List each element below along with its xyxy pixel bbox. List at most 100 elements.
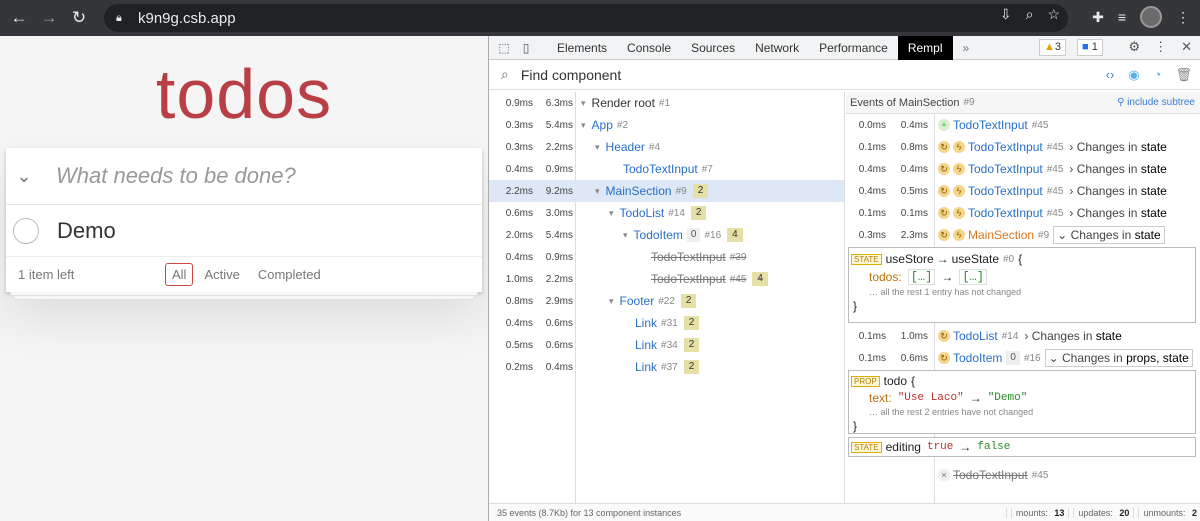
- changes-toggle-expanded[interactable]: ⌄ Changes in props, state: [1044, 349, 1193, 367]
- expand-caret-icon[interactable]: ▾: [609, 296, 614, 307]
- update-icon: ↻: [938, 141, 950, 153]
- warnings-badge[interactable]: ▲3: [1039, 39, 1067, 56]
- hidden-eye-icon[interactable]: ◉: [1128, 67, 1139, 83]
- devtools-panel: ⬚ ▯ Elements Console Sources Network Per…: [488, 35, 1200, 521]
- trash-icon[interactable]: 🗑︎: [1175, 67, 1192, 83]
- expand-caret-icon[interactable]: ▾: [581, 98, 586, 109]
- forward-icon[interactable]: →: [38, 7, 60, 29]
- filter-active[interactable]: Active: [197, 263, 246, 286]
- avatar[interactable]: [1140, 6, 1162, 28]
- tree-row[interactable]: 0.6ms 3.0ms ▾ TodoList #14 2: [489, 202, 844, 224]
- install-icon[interactable]: ⇩: [1000, 6, 1012, 23]
- event-self-time: 0.3ms: [858, 229, 886, 241]
- tree-row[interactable]: 0.2ms 0.4ms Link #37 2: [489, 356, 844, 378]
- event-total-time: 0.5ms: [900, 185, 928, 197]
- update-count-badge: 2: [690, 206, 707, 220]
- prop-change-box: PROP todo { text: "Use Laco" → "Demo" … …: [848, 370, 1196, 434]
- changes-toggle-expanded[interactable]: ⌄ Changes in state: [1053, 226, 1165, 244]
- event-row[interactable]: 0.4ms 0.5ms ↻ ϟ TodoTextInput #45 › Changes …: [846, 180, 1200, 202]
- zoom-icon[interactable]: ⌕: [1026, 6, 1034, 23]
- tree-row[interactable]: 0.3ms 5.4ms ▾ App #2: [489, 114, 844, 136]
- bookmark-star-icon[interactable]: ☆: [1047, 6, 1060, 23]
- event-row[interactable]: 0.3ms 2.3ms ↻ ϟ MainSection #9 ⌄ Changes in …: [846, 224, 1200, 246]
- expand-caret-icon[interactable]: ▾: [581, 120, 586, 131]
- tree-row[interactable]: 0.9ms 6.3ms ▾ Render root #1: [489, 92, 844, 114]
- tree-row[interactable]: 0.4ms 0.9ms TodoTextInput #7: [489, 158, 844, 180]
- more-tabs-icon[interactable]: »: [953, 36, 980, 60]
- event-row[interactable]: 0.4ms 0.4ms ↻ ϟ TodoTextInput #45 › Changes …: [846, 158, 1200, 180]
- device-toolbar-icon[interactable]: ▯: [519, 41, 533, 55]
- browser-toolbar: ← → ↻ 🔒︎ k9n9g.csb.app ⇩ ⌕ ☆ ✚ ≡ ⋮: [0, 0, 1200, 36]
- node-name: Render root: [591, 96, 655, 110]
- tree-row[interactable]: 1.0ms 2.2ms TodoTextInput #45 4: [489, 268, 844, 290]
- event-row[interactable]: × TodoTextInput #45: [846, 464, 1200, 486]
- changes-toggle[interactable]: › Changes in state: [1069, 184, 1166, 198]
- key-badge: 0: [1006, 351, 1020, 365]
- changes-toggle[interactable]: › Changes in state: [1069, 206, 1166, 220]
- tab-sources[interactable]: Sources: [681, 36, 745, 60]
- include-subtree-toggle[interactable]: ⚲ include subtree: [1117, 97, 1195, 108]
- expand-caret-icon[interactable]: ▾: [595, 142, 600, 153]
- timer-icon[interactable]: ◔: [1154, 67, 1162, 83]
- expand-caret-icon[interactable]: ▾: [595, 186, 600, 197]
- tree-row[interactable]: 0.5ms 0.6ms Link #34 2: [489, 334, 844, 356]
- filter-all[interactable]: All: [165, 262, 194, 286]
- status-bar: 35 events (8.7Kb) for 13 component insta…: [489, 503, 1200, 521]
- tab-elements[interactable]: Elements: [547, 36, 617, 60]
- changes-prefix: Changes in: [1076, 162, 1138, 176]
- node-name: Link: [635, 338, 658, 352]
- tab-network[interactable]: Network: [745, 36, 809, 60]
- todo-label[interactable]: Demo: [57, 218, 116, 244]
- tab-performance[interactable]: Performance: [809, 36, 898, 60]
- tree-row[interactable]: 0.8ms 2.9ms ▾ Footer #22 2: [489, 290, 844, 312]
- tree-row-selected[interactable]: 2.2ms 9.2ms ▾ MainSection #9 2: [489, 180, 844, 202]
- self-time: 2.2ms: [505, 185, 533, 197]
- tree-row[interactable]: 0.4ms 0.9ms TodoTextInput #39: [489, 246, 844, 268]
- address-bar[interactable]: 🔒︎ k9n9g.csb.app: [104, 4, 1068, 32]
- messages-badge[interactable]: ■ 1: [1077, 39, 1103, 56]
- tab-console[interactable]: Console: [617, 36, 681, 60]
- node-id: #45: [729, 273, 747, 285]
- todo-checkbox[interactable]: [13, 217, 39, 244]
- toggle-all-icon[interactable]: ⌄: [6, 166, 42, 187]
- reload-icon[interactable]: ↻: [68, 7, 90, 29]
- event-row[interactable]: 0.1ms 0.6ms ↻ TodoItem 0 #16 ⌄ Changes in pr…: [846, 347, 1200, 369]
- new-value[interactable]: […]: [959, 269, 987, 285]
- self-time: 0.8ms: [505, 295, 533, 307]
- extensions-icon[interactable]: ✚: [1092, 9, 1104, 26]
- close-icon[interactable]: ✕: [1181, 39, 1192, 55]
- include-subtree-label: include subtree: [1127, 97, 1195, 108]
- back-icon[interactable]: ←: [8, 7, 30, 29]
- event-row[interactable]: 0.1ms 0.1ms ↻ ϟ TodoTextInput #45 › Changes …: [846, 202, 1200, 224]
- more-options-icon[interactable]: ⋮: [1154, 39, 1167, 55]
- code-icon[interactable]: ‹›: [1106, 67, 1115, 83]
- inspect-icon[interactable]: ⬚: [497, 41, 511, 55]
- changes-toggle[interactable]: › Changes in state: [1069, 140, 1166, 154]
- changes-toggle[interactable]: › Changes in state: [1024, 329, 1121, 343]
- tab-rempl[interactable]: Rempl: [897, 35, 953, 60]
- expand-caret-icon[interactable]: ▾: [609, 208, 614, 219]
- menu-icon[interactable]: ⋮: [1176, 9, 1190, 26]
- tree-row[interactable]: 2.0ms 5.4ms ▾ TodoItem 0 #16 4: [489, 224, 844, 246]
- event-row[interactable]: 0.0ms 0.4ms + TodoTextInput #45: [846, 114, 1200, 136]
- event-row[interactable]: 0.1ms 0.8ms ↻ ϟ TodoTextInput #45 › Changes …: [846, 136, 1200, 158]
- old-value: true: [926, 441, 954, 453]
- tree-row[interactable]: 0.4ms 0.6ms Link #31 2: [489, 312, 844, 334]
- event-id: #45: [1046, 141, 1064, 153]
- new-todo-input[interactable]: What needs to be done?: [56, 163, 296, 189]
- event-total-time: 0.8ms: [900, 141, 928, 153]
- changes-toggle[interactable]: › Changes in state: [1069, 162, 1166, 176]
- event-row[interactable]: 0.1ms 1.0ms ↻ TodoList #14 › Changes in sta…: [846, 325, 1200, 347]
- tree-row[interactable]: 0.3ms 2.2ms ▾ Header #4: [489, 136, 844, 158]
- reading-list-icon[interactable]: ≡: [1118, 9, 1126, 25]
- state-name: editing: [885, 440, 921, 454]
- settings-gear-icon[interactable]: ⚙: [1128, 39, 1140, 55]
- old-value[interactable]: […]: [907, 269, 936, 285]
- filter-completed[interactable]: Completed: [251, 263, 328, 286]
- updates-label: updates:: [1073, 507, 1117, 518]
- search-input[interactable]: Find component: [521, 67, 621, 83]
- expand-caret-icon[interactable]: ▾: [623, 230, 628, 241]
- update-count-badge: 2: [692, 184, 709, 198]
- total-time: 6.3ms: [545, 97, 573, 109]
- rest-note: … all the rest 2 entries have not change…: [869, 407, 1034, 417]
